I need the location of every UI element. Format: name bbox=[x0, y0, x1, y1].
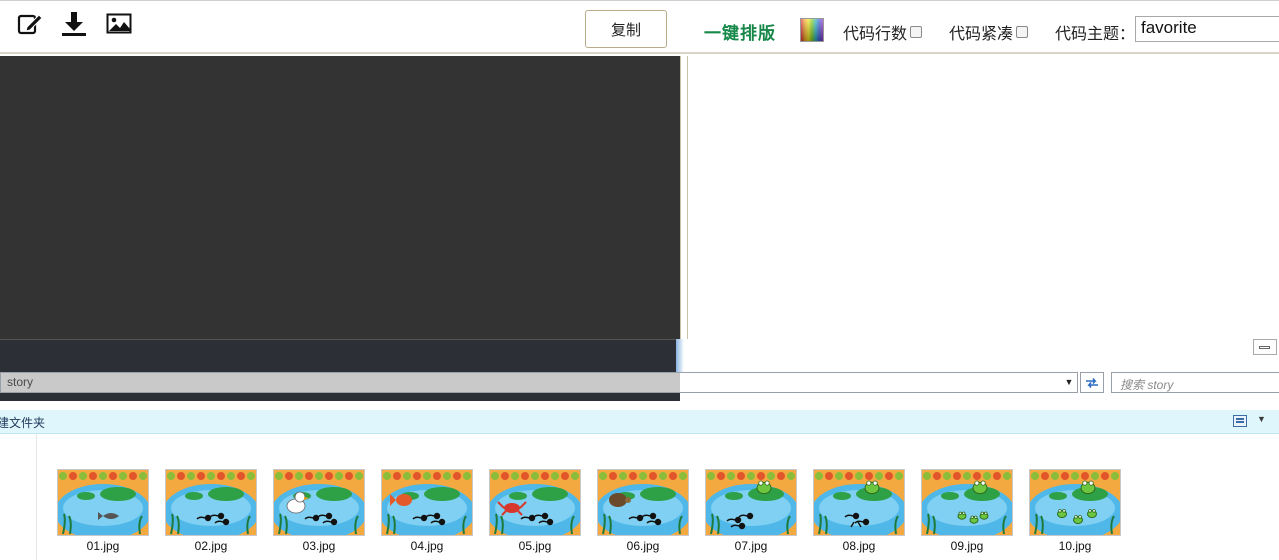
navigation-pane-border bbox=[36, 434, 37, 560]
theme-option: 代码主题： bbox=[1055, 20, 1135, 44]
file-name: 07.jpg bbox=[734, 539, 768, 553]
view-dropdown-icon[interactable]: ▼ bbox=[1257, 414, 1266, 424]
file-thumbnail[interactable]: 03.jpg bbox=[271, 467, 367, 557]
overlay-strip bbox=[0, 339, 680, 373]
thumbnail-image bbox=[597, 469, 689, 536]
thumbnail-image bbox=[1029, 469, 1121, 536]
file-thumbnail[interactable]: 08.jpg bbox=[811, 467, 907, 557]
editor-toolbar: 复制 一键排版 代码行数 代码紧凑 代码主题： favorite bbox=[0, 0, 1279, 54]
file-name: 10.jpg bbox=[1058, 539, 1092, 553]
compact-label: 代码紧凑 bbox=[949, 26, 1014, 43]
thumbnail-image bbox=[705, 469, 797, 536]
thumbnail-image bbox=[921, 469, 1013, 536]
search-input[interactable]: 搜索 story bbox=[1111, 372, 1279, 393]
file-thumbnail[interactable]: 10.jpg bbox=[1027, 467, 1123, 557]
file-name: 02.jpg bbox=[194, 539, 228, 553]
color-palette-icon[interactable] bbox=[800, 18, 824, 42]
file-name: 06.jpg bbox=[626, 539, 660, 553]
file-thumbnail[interactable]: 04.jpg bbox=[379, 467, 475, 557]
new-folder-button[interactable]: 建文件夹 bbox=[0, 414, 45, 431]
code-input-pane[interactable] bbox=[0, 56, 680, 339]
theme-select[interactable]: favorite bbox=[1135, 16, 1279, 42]
line-numbers-option: 代码行数 bbox=[843, 20, 923, 44]
command-bar: 建文件夹 ▼ bbox=[0, 410, 1279, 434]
file-name: 03.jpg bbox=[302, 539, 336, 553]
address-bar[interactable]: story bbox=[0, 372, 1078, 393]
thumbnail-image bbox=[273, 469, 365, 536]
file-thumbnail[interactable]: 02.jpg bbox=[163, 467, 259, 557]
file-name: 04.jpg bbox=[410, 539, 444, 553]
line-numbers-checkbox[interactable] bbox=[910, 26, 923, 38]
thumbnail-image bbox=[57, 469, 149, 536]
thumbnail-image bbox=[813, 469, 905, 536]
edit-icon[interactable] bbox=[17, 11, 43, 37]
refresh-button[interactable] bbox=[1080, 372, 1104, 393]
compact-checkbox[interactable] bbox=[1016, 26, 1029, 38]
refresh-icon bbox=[1086, 377, 1098, 388]
file-name: 05.jpg bbox=[518, 539, 552, 553]
file-name: 09.jpg bbox=[950, 539, 984, 553]
pane-splitter[interactable] bbox=[680, 56, 688, 339]
overlay-strip-lower bbox=[0, 393, 680, 401]
file-thumbnail[interactable]: 05.jpg bbox=[487, 467, 583, 557]
line-numbers-label: 代码行数 bbox=[843, 26, 908, 43]
compact-option: 代码紧凑 bbox=[949, 20, 1029, 44]
render-artifact bbox=[676, 339, 684, 372]
file-thumbnail[interactable]: 07.jpg bbox=[703, 467, 799, 557]
one-click-format-button[interactable]: 一键排版 bbox=[704, 19, 776, 44]
theme-label: 代码主题： bbox=[1055, 26, 1136, 43]
address-dropdown-icon[interactable]: ▼ bbox=[1063, 376, 1075, 388]
address-text: story bbox=[7, 375, 34, 389]
file-name: 08.jpg bbox=[842, 539, 876, 553]
image-icon[interactable] bbox=[106, 11, 132, 37]
copy-button[interactable]: 复制 bbox=[585, 10, 667, 48]
collapse-button[interactable] bbox=[1253, 339, 1277, 355]
download-icon[interactable] bbox=[61, 11, 87, 37]
thumbnail-image bbox=[381, 469, 473, 536]
file-thumbnail[interactable]: 01.jpg bbox=[55, 467, 151, 557]
thumbnail-image bbox=[165, 469, 257, 536]
preview-pane bbox=[689, 56, 1279, 338]
thumbnail-image bbox=[489, 469, 581, 536]
view-options-icon[interactable] bbox=[1233, 415, 1247, 427]
file-name: 01.jpg bbox=[86, 539, 120, 553]
file-thumbnail[interactable]: 06.jpg bbox=[595, 467, 691, 557]
address-highlight bbox=[1, 373, 680, 392]
file-thumbnail[interactable]: 09.jpg bbox=[919, 467, 1015, 557]
